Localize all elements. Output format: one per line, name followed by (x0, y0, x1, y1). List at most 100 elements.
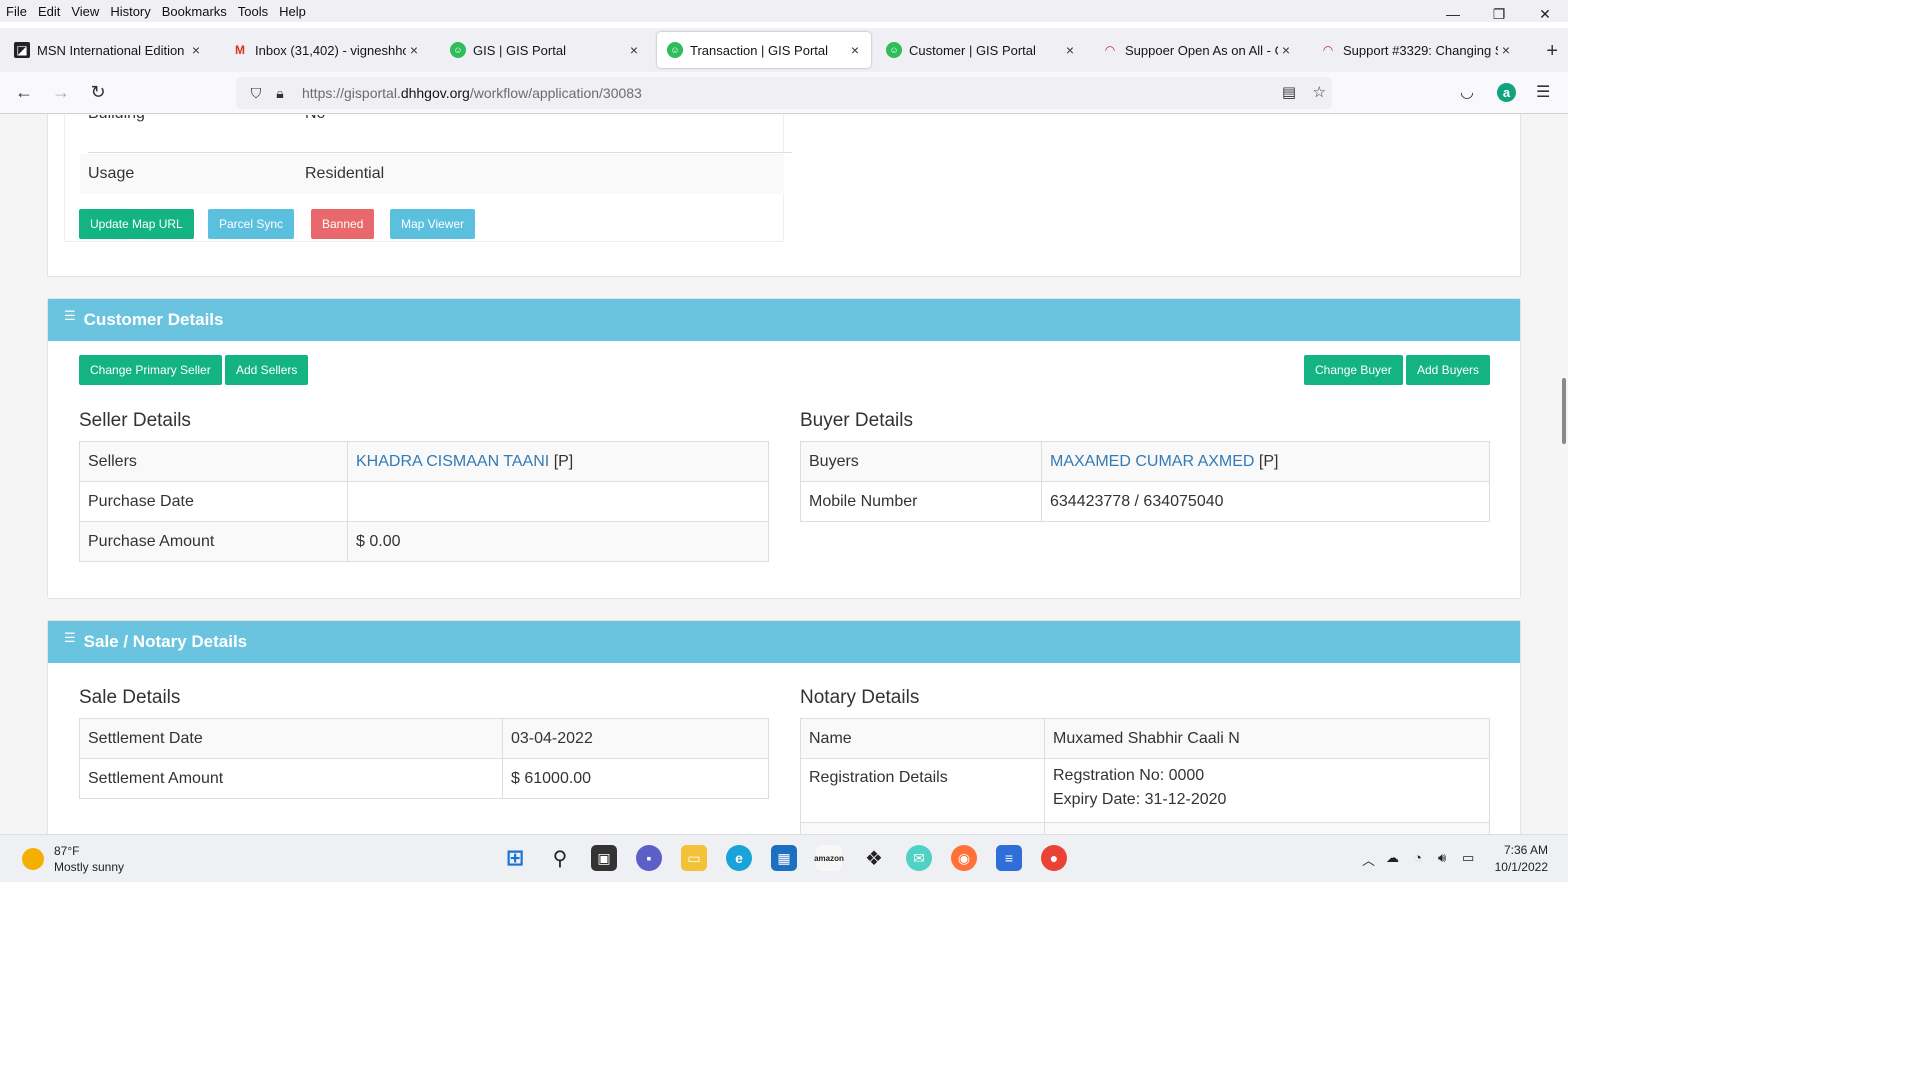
new-tab-icon[interactable]: + (1546, 40, 1558, 63)
mail-icon[interactable]: ✉ (906, 845, 932, 871)
registration-number: Regstration No: 0000 (1053, 767, 1205, 784)
section-title: Sale / Notary Details (83, 632, 248, 651)
table-row: Name Muxamed Shabhir Caali N (800, 718, 1490, 759)
clock[interactable]: 7:36 AM 10/1/2022 (1495, 842, 1548, 876)
tab-msn[interactable]: ◪ MSN International Edition - W × (4, 32, 212, 68)
usage-label: Usage (88, 165, 135, 182)
list-icon: ☰ (64, 308, 76, 323)
tab-support-3329[interactable]: ◠ Support #3329: Changing Sel × (1310, 32, 1522, 68)
close-icon[interactable]: × (1498, 42, 1514, 58)
page-content: Building No Usage Residential Update Map… (0, 114, 1568, 834)
table-row: Registration Details Regstration No: 000… (800, 758, 1490, 823)
notepad-icon[interactable]: ≡ (996, 845, 1022, 871)
tab-gmail[interactable]: M Inbox (31,402) - vigneshhope × (222, 32, 430, 68)
tab-support-open[interactable]: ◠ Suppoer Open As on All - GIS × (1092, 32, 1302, 68)
forward-icon[interactable]: → (49, 82, 73, 103)
pocket-icon[interactable]: ◡ (1460, 82, 1474, 102)
shield-icon[interactable]: ⛉ (246, 85, 266, 102)
tab-label: Transaction | GIS Portal (690, 42, 829, 58)
minimize-button[interactable]: — (1430, 0, 1476, 28)
close-icon[interactable]: × (1062, 42, 1078, 58)
wifi-icon[interactable]: ◔ (1414, 850, 1422, 865)
weather-condition: Mostly sunny (54, 860, 125, 874)
restore-button[interactable]: ❐ (1476, 0, 1522, 28)
menu-bookmarks[interactable]: Bookmarks (156, 4, 232, 19)
sale-notary-card: ☰ Sale / Notary Details Sale Details Set… (47, 620, 1521, 834)
reader-view-icon[interactable]: ▤ (1282, 83, 1296, 101)
windows-start-icon[interactable]: ⊞ (502, 845, 528, 871)
buyer-details-title: Buyer Details (800, 410, 913, 431)
notary-name-label: Name (800, 718, 1045, 759)
temperature: 87°F (54, 844, 80, 858)
menu-edit[interactable]: Edit (32, 4, 65, 19)
table-row (800, 822, 1490, 834)
change-buyer-button[interactable]: Change Buyer (1304, 355, 1403, 385)
add-sellers-button[interactable]: Add Sellers (225, 355, 309, 385)
bookmark-star-icon[interactable]: ☆ (1313, 83, 1326, 101)
property-card: Building No Usage Residential Update Map… (47, 114, 1521, 277)
registration-details-label: Registration Details (800, 758, 1045, 823)
battery-icon[interactable]: ▭ (1462, 850, 1474, 866)
close-icon[interactable]: × (847, 42, 863, 58)
file-explorer-icon[interactable]: ▭ (681, 845, 707, 871)
update-map-url-button[interactable]: Update Map URL (79, 209, 194, 239)
seller-details-table: Sellers KHADRA CISMAAN TAANI [P] Purchas… (79, 441, 769, 562)
buyer-details-table: Buyers MAXAMED CUMAR AXMED [P] Mobile Nu… (800, 441, 1490, 522)
menu-help[interactable]: Help (273, 4, 311, 19)
menu-bar: File Edit View History Bookmarks Tools H… (0, 0, 1568, 22)
task-view-icon[interactable]: ▣ (591, 845, 617, 871)
store-icon[interactable]: ▦ (771, 845, 797, 871)
customer-details-header: ☰ Customer Details (48, 299, 1520, 341)
tab-customer[interactable]: ☺ Customer | GIS Portal × (876, 32, 1086, 68)
chrome-icon[interactable]: ● (1041, 845, 1067, 871)
menu-view[interactable]: View (65, 4, 104, 19)
parcel-sync-button[interactable]: Parcel Sync (208, 209, 295, 239)
menu-history[interactable]: History (104, 4, 155, 19)
tab-gis[interactable]: ☺ GIS | GIS Portal × (440, 32, 650, 68)
change-primary-seller-button[interactable]: Change Primary Seller (79, 355, 222, 385)
close-icon[interactable]: × (188, 42, 204, 58)
weather-widget[interactable]: 87°F Mostly sunny (22, 843, 124, 875)
account-icon[interactable]: a (1497, 83, 1516, 102)
page-scrollbar[interactable] (1562, 378, 1566, 444)
redmine-icon: ◠ (1105, 43, 1115, 57)
settlement-date-value: 03-04-2022 (502, 718, 769, 759)
close-icon[interactable]: × (626, 42, 642, 58)
close-icon[interactable]: × (1278, 42, 1294, 58)
tab-transaction[interactable]: ☺ Transaction | GIS Portal × (657, 32, 871, 68)
list-icon: ☰ (64, 630, 76, 645)
seller-name-link[interactable]: KHADRA CISMAAN TAANI (356, 453, 549, 470)
buyer-name-link[interactable]: MAXAMED CUMAR AXMED (1050, 453, 1254, 470)
hamburger-menu-icon[interactable]: ☰ (1536, 82, 1550, 102)
edge-icon[interactable]: e (726, 845, 752, 871)
url-text[interactable]: https://gisportal.dhhgov.org/workflow/ap… (302, 85, 642, 101)
menu-file[interactable]: File (0, 4, 32, 19)
tray-overflow-icon[interactable]: ︿ (1362, 850, 1375, 869)
dropbox-icon[interactable]: ❖ (861, 845, 887, 871)
volume-icon[interactable]: 🔊︎ (1438, 850, 1446, 866)
nav-bar: ← → ↻ ⛉ 🔒︎ https://gisportal.dhhgov.org/… (0, 72, 1568, 114)
purchase-date-value (347, 481, 769, 522)
date: 10/1/2022 (1494, 860, 1548, 874)
chat-icon[interactable]: ▪ (636, 845, 662, 871)
lock-icon[interactable]: 🔒︎ (270, 85, 290, 102)
search-icon[interactable]: ⚲ (547, 845, 573, 871)
menu-tools[interactable]: Tools (232, 4, 273, 19)
add-buyers-button[interactable]: Add Buyers (1406, 355, 1491, 385)
reload-icon[interactable]: ↻ (86, 82, 110, 103)
msn-icon: ◪ (14, 42, 30, 58)
gis-icon: ☺ (667, 42, 683, 58)
sellers-value: KHADRA CISMAAN TAANI [P] (347, 441, 769, 482)
onedrive-icon[interactable]: ☁ (1386, 850, 1399, 866)
map-viewer-button[interactable]: Map Viewer (390, 209, 476, 239)
purchase-amount-value: $ 0.00 (347, 521, 769, 562)
firefox-icon[interactable]: ◉ (951, 845, 977, 871)
close-icon[interactable]: × (406, 42, 422, 58)
tab-label: Support #3329: Changing Sel (1343, 42, 1498, 58)
close-window-button[interactable]: ✕ (1522, 0, 1568, 28)
amazon-icon[interactable]: amazon (814, 845, 844, 871)
url-bar[interactable]: ⛉ 🔒︎ https://gisportal.dhhgov.org/workfl… (236, 77, 1332, 109)
notary-details-title: Notary Details (800, 687, 920, 708)
banned-button[interactable]: Banned (311, 209, 375, 239)
back-icon[interactable]: ← (12, 82, 36, 103)
